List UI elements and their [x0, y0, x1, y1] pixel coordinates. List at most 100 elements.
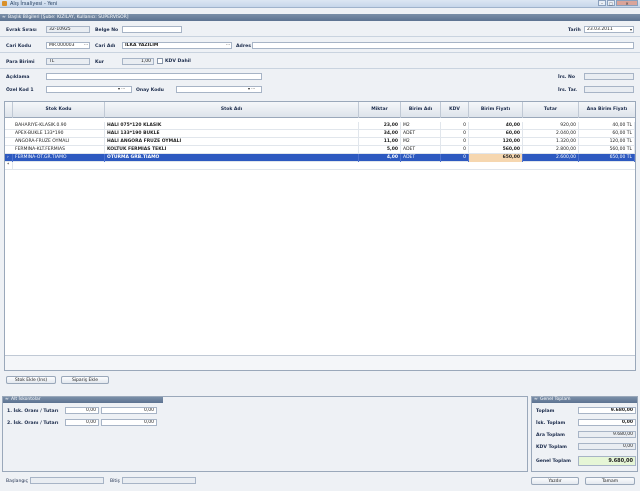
baslangic-field[interactable]	[30, 477, 104, 484]
cell-stok-adi[interactable]: HALI 075*120 KLASIK	[105, 122, 359, 130]
cell-birim-adi[interactable]: M2	[401, 122, 441, 130]
col-birim-adi[interactable]: Birim Adı	[401, 102, 441, 118]
cell-stok-kodu[interactable]: APEX-BUKLE 133*190	[13, 130, 105, 138]
row-indicator-header	[5, 102, 13, 118]
col-kdv[interactable]: KDV	[441, 102, 469, 118]
cell-ana-birim-fiyati[interactable]: 560,00 TL	[579, 146, 635, 154]
cari-adi-lookup-icon[interactable]: ···	[225, 42, 231, 48]
cell-birim-fiyati[interactable]: 560,00	[469, 146, 523, 154]
col-miktar[interactable]: Miktar	[359, 102, 401, 118]
table-row[interactable]: APEX-BUKLE 133*190 HALI 133*190 BUKLE 34…	[5, 130, 635, 138]
col-tutar[interactable]: Tutar	[523, 102, 579, 118]
cell-kdv[interactable]: 0	[441, 130, 469, 138]
stok-ekle-button[interactable]: Stok Ekle (Ins)	[6, 376, 56, 384]
minimize-button[interactable]: –	[598, 0, 606, 6]
isk1-label: 1. İsk. Oranı / Tutarı	[7, 409, 59, 414]
cell-stok-adi[interactable]: OTURMA GRB.TIAMO	[105, 154, 359, 162]
cell-stok-kodu[interactable]: BAHARIYE-KLASIK.0.90	[13, 122, 105, 130]
aciklama-label: Açıklama	[6, 75, 30, 80]
cell-tutar[interactable]: 2.600,00	[523, 154, 579, 162]
cell-miktar[interactable]: 23,00	[359, 122, 401, 130]
evrak-sirasi-field[interactable]: 32-10925	[46, 26, 90, 33]
cell-stok-kodu[interactable]: FERMINA-OT.GR.TIAMO	[13, 154, 105, 162]
cell-tutar[interactable]: 2.800,00	[523, 146, 579, 154]
items-grid[interactable]: Stok Kodu Stok Adı Miktar Birim Adı KDV …	[4, 101, 636, 371]
genel-toplam-header[interactable]: ≈ Genel Toplam	[532, 397, 637, 403]
irs-tar-field[interactable]	[584, 86, 634, 93]
col-birim-fiyati[interactable]: Birim Fiyatı	[469, 102, 523, 118]
close-button[interactable]: ✕	[616, 0, 638, 6]
isk2-oran-field[interactable]: 0,00	[65, 419, 99, 426]
grid-footer	[5, 355, 635, 370]
isk1-tutar-field[interactable]: 0,00	[101, 407, 157, 414]
para-birimi-field[interactable]: TL	[46, 58, 90, 65]
cell-tutar[interactable]: 1.320,00	[523, 138, 579, 146]
table-row[interactable]: BAHARIYE-KLASIK.0.90 HALI 075*120 KLASIK…	[5, 122, 635, 130]
kdv-dahil-checkbox[interactable]	[157, 58, 163, 64]
bitis-label: Bitiş	[110, 479, 120, 484]
cell-birim-fiyati[interactable]: 60,00	[469, 130, 523, 138]
cell-kdv[interactable]: 0	[441, 138, 469, 146]
belge-no-field[interactable]	[122, 26, 182, 33]
cell-kdv[interactable]: 0	[441, 146, 469, 154]
maximize-button[interactable]: □	[607, 0, 615, 6]
cell-miktar[interactable]: 11,00	[359, 138, 401, 146]
row-pointer-icon: ›	[5, 154, 13, 162]
dropdown-arrow-icon[interactable]: ▾	[630, 27, 632, 32]
irs-tar-label: İrs. Tar.	[558, 88, 578, 93]
cari-kodu-lookup-icon[interactable]: ···	[83, 42, 89, 48]
kur-field[interactable]: 1,00	[122, 58, 154, 65]
table-row[interactable]: ANGORA-FRUZE OYMALI HALI ANGORA FRUZE OY…	[5, 138, 635, 146]
cari-kodu-label: Cari Kodu	[6, 44, 32, 49]
ozel-kod-dropdown-icon[interactable]: ▾ ···	[118, 86, 125, 91]
cari-adi-field[interactable]: İLKA YAZILIM	[122, 42, 232, 49]
evrak-sirasi-label: Evrak Sırası	[6, 28, 37, 33]
table-row[interactable]: FERMINA-KLT.FERMIAS KOLTUK FERMIAS TEKLI…	[5, 146, 635, 154]
cell-birim-fiyati-editing[interactable]: 650,00	[469, 154, 523, 162]
cell-stok-kodu[interactable]: ANGORA-FRUZE OYMALI	[13, 138, 105, 146]
belge-no-label: Belge No	[95, 28, 119, 33]
cell-birim-adi[interactable]: M2	[401, 138, 441, 146]
cell-kdv[interactable]: 0	[441, 122, 469, 130]
col-stok-adi[interactable]: Stok Adı	[105, 102, 359, 118]
new-row[interactable]: *	[5, 162, 635, 170]
cell-ana-birim-fiyati[interactable]: 60,00 TL	[579, 130, 635, 138]
cell-kdv[interactable]: 0	[441, 154, 469, 162]
aciklama-field[interactable]	[46, 73, 262, 80]
header-section-bar[interactable]: ≈ Başlık Bilgileri [Şube: KIZILAY, Kulla…	[0, 14, 640, 21]
siparis-ekle-button[interactable]: Sipariş Ekle	[61, 376, 109, 384]
col-stok-kodu[interactable]: Stok Kodu	[13, 102, 105, 118]
cell-stok-adi[interactable]: HALI 133*190 BUKLE	[105, 130, 359, 138]
isk1-oran-field[interactable]: 0,00	[65, 407, 99, 414]
cell-birim-fiyati[interactable]: 40,00	[469, 122, 523, 130]
isk-toplam-field: 0,00	[578, 419, 636, 426]
cell-birim-adi[interactable]: ADET	[401, 154, 441, 162]
table-row-selected[interactable]: › FERMINA-OT.GR.TIAMO OTURMA GRB.TIAMO 4…	[5, 154, 635, 162]
bitis-field[interactable]	[122, 477, 196, 484]
alt-iskontolar-header[interactable]: ≈ Alt İskontolar	[3, 397, 163, 403]
grid-header: Stok Kodu Stok Adı Miktar Birim Adı KDV …	[5, 102, 635, 118]
cell-miktar[interactable]: 5,00	[359, 146, 401, 154]
yazdir-button[interactable]: Yazdır	[531, 477, 579, 485]
cell-birim-adi[interactable]: ADET	[401, 146, 441, 154]
cell-stok-kodu[interactable]: FERMINA-KLT.FERMIAS	[13, 146, 105, 154]
cell-miktar[interactable]: 34,00	[359, 130, 401, 138]
col-ana-birim-fiyati[interactable]: Ana Birim Fiyatı	[579, 102, 635, 118]
tamam-button[interactable]: Tamam	[585, 477, 635, 485]
cell-stok-adi[interactable]: HALI ANGORA FRUZE OYMALI	[105, 138, 359, 146]
tarih-field[interactable]: 23.03.2011 ▾	[584, 26, 634, 33]
irs-no-field[interactable]	[584, 73, 634, 80]
cell-ana-birim-fiyati[interactable]: 120,00 TL	[579, 138, 635, 146]
cell-ana-birim-fiyati[interactable]: 650,00 TL	[579, 154, 635, 162]
cell-birim-fiyati[interactable]: 120,00	[469, 138, 523, 146]
cell-miktar[interactable]: 4,00	[359, 154, 401, 162]
adres-field[interactable]	[252, 42, 634, 49]
cell-stok-adi[interactable]: KOLTUK FERMIAS TEKLI	[105, 146, 359, 154]
cell-ana-birim-fiyati[interactable]: 40,00 TL	[579, 122, 635, 130]
toplam-field: 9.680,00	[578, 407, 636, 414]
cell-birim-adi[interactable]: ADET	[401, 130, 441, 138]
cell-tutar[interactable]: 2.040,00	[523, 130, 579, 138]
isk2-tutar-field[interactable]: 0,00	[101, 419, 157, 426]
onay-kodu-dropdown-icon[interactable]: ▾ ···	[248, 86, 255, 91]
cell-tutar[interactable]: 920,00	[523, 122, 579, 130]
